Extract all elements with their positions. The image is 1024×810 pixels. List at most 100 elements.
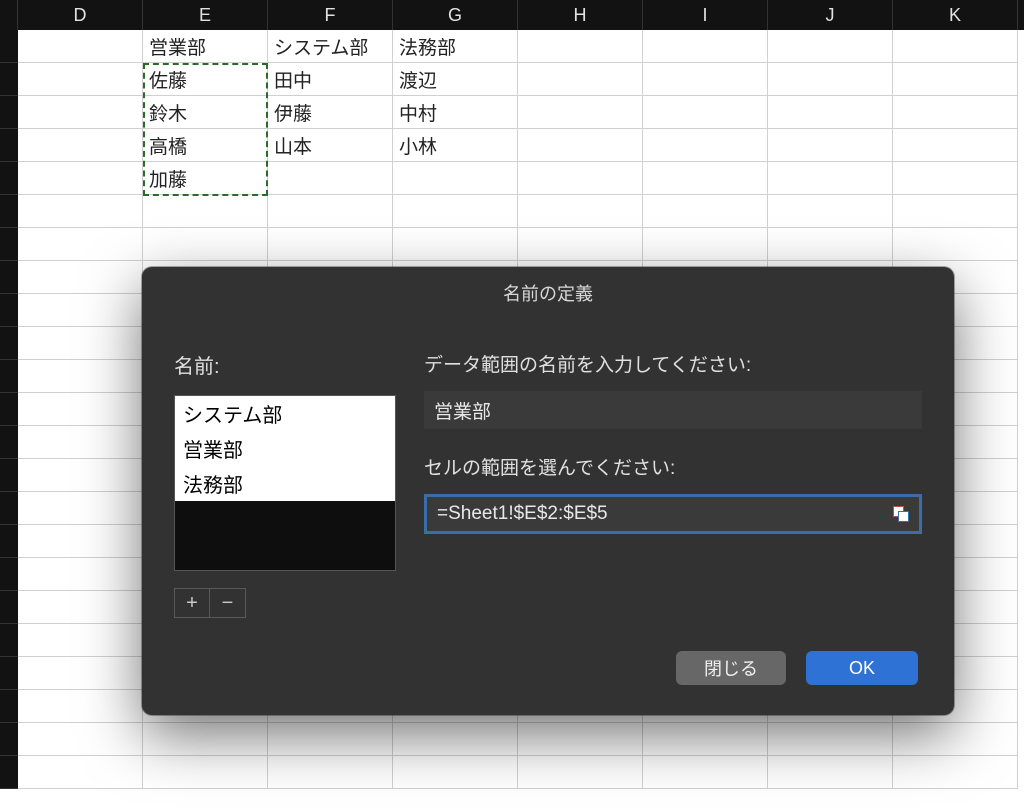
cell[interactable] xyxy=(18,756,143,789)
remove-name-button[interactable]: − xyxy=(210,588,246,618)
cell-I2[interactable] xyxy=(643,63,768,96)
cell-J4[interactable] xyxy=(768,129,893,162)
row-header[interactable] xyxy=(0,162,18,195)
cell[interactable] xyxy=(143,723,268,756)
col-header-F[interactable]: F xyxy=(268,0,393,30)
row-header[interactable] xyxy=(0,30,18,63)
cell[interactable] xyxy=(18,690,143,723)
cell[interactable] xyxy=(18,558,143,591)
cell-D5[interactable] xyxy=(18,162,143,195)
cell-K1[interactable] xyxy=(893,30,1018,63)
col-header-E[interactable]: E xyxy=(143,0,268,30)
row-header[interactable] xyxy=(0,393,18,426)
cell[interactable] xyxy=(768,723,893,756)
row-header[interactable] xyxy=(0,657,18,690)
col-header-J[interactable]: J xyxy=(768,0,893,30)
cell-D1[interactable] xyxy=(18,30,143,63)
cell-D4[interactable] xyxy=(18,129,143,162)
row-header[interactable] xyxy=(0,723,18,756)
cell[interactable] xyxy=(268,228,393,261)
cell[interactable] xyxy=(393,195,518,228)
cell-E3[interactable]: 鈴木 xyxy=(143,96,268,129)
cell-J5[interactable] xyxy=(768,162,893,195)
ok-button[interactable]: OK xyxy=(806,651,918,685)
cell[interactable] xyxy=(18,624,143,657)
cell[interactable] xyxy=(18,393,143,426)
cell[interactable] xyxy=(893,756,1018,789)
cell-K3[interactable] xyxy=(893,96,1018,129)
cell-I5[interactable] xyxy=(643,162,768,195)
cell[interactable] xyxy=(518,195,643,228)
cell-H4[interactable] xyxy=(518,129,643,162)
add-name-button[interactable]: + xyxy=(174,588,210,618)
cell-G5[interactable] xyxy=(393,162,518,195)
names-list[interactable]: システム部 営業部 法務部 xyxy=(174,395,396,571)
row-header[interactable] xyxy=(0,261,18,294)
cell-H3[interactable] xyxy=(518,96,643,129)
cell-H5[interactable] xyxy=(518,162,643,195)
cell[interactable] xyxy=(143,228,268,261)
row-header[interactable] xyxy=(0,360,18,393)
cell[interactable] xyxy=(393,228,518,261)
cell[interactable] xyxy=(518,723,643,756)
cell[interactable] xyxy=(518,756,643,789)
cell-F5[interactable] xyxy=(268,162,393,195)
cell[interactable] xyxy=(393,723,518,756)
cell[interactable] xyxy=(393,756,518,789)
cell[interactable] xyxy=(18,591,143,624)
cell[interactable] xyxy=(143,756,268,789)
row-header[interactable] xyxy=(0,195,18,228)
cell-J3[interactable] xyxy=(768,96,893,129)
row-header[interactable] xyxy=(0,756,18,789)
close-button[interactable]: 閉じる xyxy=(676,651,786,685)
row-header[interactable] xyxy=(0,294,18,327)
cell[interactable] xyxy=(643,228,768,261)
cell[interactable] xyxy=(18,360,143,393)
cell[interactable] xyxy=(643,756,768,789)
cell-J1[interactable] xyxy=(768,30,893,63)
cell[interactable] xyxy=(893,195,1018,228)
cell[interactable] xyxy=(893,723,1018,756)
cell-I4[interactable] xyxy=(643,129,768,162)
cell-G1[interactable]: 法務部 xyxy=(393,30,518,63)
row-header[interactable] xyxy=(0,96,18,129)
cell[interactable] xyxy=(18,492,143,525)
col-header-I[interactable]: I xyxy=(643,0,768,30)
cell[interactable] xyxy=(893,228,1018,261)
name-input[interactable] xyxy=(424,391,922,429)
row-header[interactable] xyxy=(0,558,18,591)
cell[interactable] xyxy=(18,657,143,690)
cell[interactable] xyxy=(18,327,143,360)
names-list-item[interactable]: 営業部 xyxy=(175,431,395,466)
cell-I1[interactable] xyxy=(643,30,768,63)
row-header[interactable] xyxy=(0,228,18,261)
cell-D3[interactable] xyxy=(18,96,143,129)
row-header[interactable] xyxy=(0,459,18,492)
cell-F3[interactable]: 伊藤 xyxy=(268,96,393,129)
cell[interactable] xyxy=(18,261,143,294)
cell[interactable] xyxy=(18,228,143,261)
names-list-item[interactable]: 法務部 xyxy=(175,466,395,501)
cell-E5[interactable]: 加藤 xyxy=(143,162,268,195)
cell[interactable] xyxy=(268,723,393,756)
names-list-item[interactable]: システム部 xyxy=(175,396,395,431)
row-header[interactable] xyxy=(0,63,18,96)
cell[interactable] xyxy=(143,195,268,228)
cell-E4[interactable]: 高橋 xyxy=(143,129,268,162)
cell-E1[interactable]: 営業部 xyxy=(143,30,268,63)
range-picker-icon[interactable] xyxy=(893,506,909,522)
cell-K5[interactable] xyxy=(893,162,1018,195)
col-header-D[interactable]: D xyxy=(18,0,143,30)
cell[interactable] xyxy=(18,294,143,327)
row-header[interactable] xyxy=(0,690,18,723)
row-header[interactable] xyxy=(0,327,18,360)
col-header-K[interactable]: K xyxy=(893,0,1018,30)
row-header[interactable] xyxy=(0,492,18,525)
cell[interactable] xyxy=(268,195,393,228)
cell[interactable] xyxy=(518,228,643,261)
cell-E2[interactable]: 佐藤 xyxy=(143,63,268,96)
cell[interactable] xyxy=(643,723,768,756)
row-header[interactable] xyxy=(0,525,18,558)
cell-G4[interactable]: 小林 xyxy=(393,129,518,162)
cell[interactable] xyxy=(18,426,143,459)
